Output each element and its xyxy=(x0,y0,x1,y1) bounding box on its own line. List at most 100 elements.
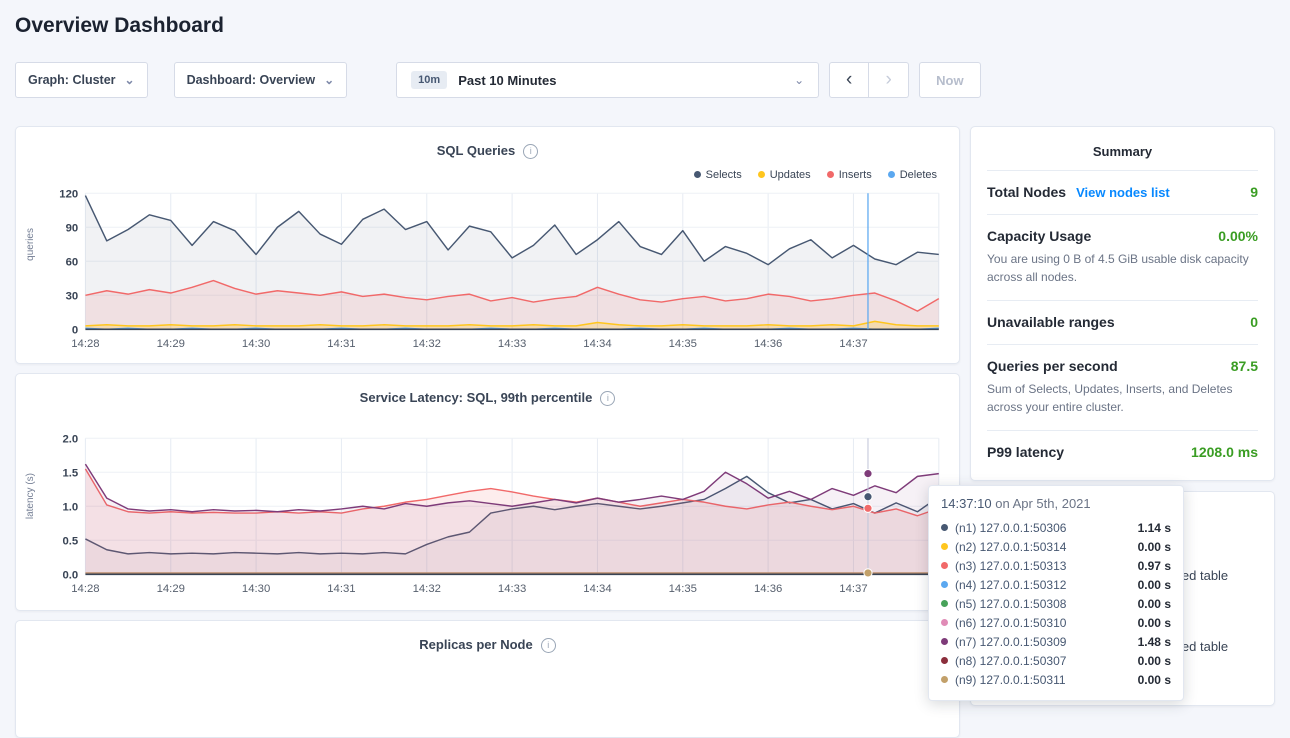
tooltip-node-label: (n1) 127.0.0.1:50306 xyxy=(955,521,1066,535)
qps-label: Queries per second xyxy=(987,358,1118,374)
dashboard-controls: Graph: Cluster ⌄ Dashboard: Overview ⌄ 1… xyxy=(15,62,1275,98)
legend-item-updates[interactable]: Updates xyxy=(758,168,811,181)
svg-text:1.0: 1.0 xyxy=(62,501,78,513)
svg-text:14:37: 14:37 xyxy=(839,583,867,595)
chart-title-row: SQL Queries i xyxy=(30,135,945,159)
p99-latency-value: 1208.0 ms xyxy=(1181,444,1258,460)
svg-text:14:32: 14:32 xyxy=(413,338,441,350)
tooltip-node-value: 0.00 s xyxy=(1138,654,1171,668)
svg-text:14:33: 14:33 xyxy=(498,583,526,595)
svg-text:14:37: 14:37 xyxy=(839,338,867,350)
chart-legend: Selects Updates Inserts Deletes xyxy=(30,159,945,181)
legend-item-inserts[interactable]: Inserts xyxy=(827,168,872,181)
info-icon[interactable]: i xyxy=(541,638,556,653)
series-dot-icon xyxy=(941,619,948,626)
tooltip-node-row: (n2) 127.0.0.1:50314 0.00 s xyxy=(941,537,1171,556)
legend-item-selects[interactable]: Selects xyxy=(694,168,742,181)
time-range-picker[interactable]: 10m Past 10 Minutes ⌄ xyxy=(396,62,819,98)
sql-queries-chart-title: SQL Queries xyxy=(437,143,516,158)
legend-dot-icon xyxy=(827,171,834,178)
capacity-value: 0.00% xyxy=(1208,228,1258,244)
tooltip-node-value: 0.00 s xyxy=(1138,597,1171,611)
overview-dashboard-page: Overview Dashboard Graph: Cluster ⌄ Dash… xyxy=(0,14,1290,738)
tooltip-node-value: 1.48 s xyxy=(1138,635,1171,649)
tooltip-date: on Apr 5th, 2021 xyxy=(992,496,1091,511)
charts-column: SQL Queries i Selects Updates Inserts Delete… xyxy=(15,126,960,738)
capacity-subtext: You are using 0 B of 4.5 GiB usable disk… xyxy=(987,250,1258,286)
tooltip-node-value: 0.00 s xyxy=(1138,616,1171,630)
series-dot-icon xyxy=(941,676,948,683)
tooltip-node-row: (n6) 127.0.0.1:503100.00 s xyxy=(941,613,1171,632)
chevron-down-icon: ⌄ xyxy=(324,74,334,86)
tooltip-node-label: (n2) 127.0.0.1:50314 xyxy=(955,540,1066,554)
p99-latency-label: P99 latency xyxy=(987,444,1064,460)
svg-text:14:31: 14:31 xyxy=(327,583,355,595)
chart-body: queries 030609012014:2814:2914:3014:3114… xyxy=(30,185,945,352)
tooltip-node-row: (n4) 127.0.0.1:503120.00 s xyxy=(941,575,1171,594)
time-nav-group: ‹ › xyxy=(829,62,909,98)
summary-row-total-nodes: Total Nodes View nodes list 9 xyxy=(987,170,1258,214)
svg-text:1.5: 1.5 xyxy=(62,467,78,479)
tooltip-node-label: (n8) 127.0.0.1:50307 xyxy=(955,654,1066,668)
replicas-chart-title: Replicas per Node xyxy=(419,637,532,652)
chart-title-row: Replicas per Node i xyxy=(30,629,945,653)
svg-text:120: 120 xyxy=(59,188,78,200)
latency-chart-card: Service Latency: SQL, 99th percentilei l… xyxy=(15,373,960,611)
info-icon[interactable]: i xyxy=(523,144,538,159)
tooltip-node-row: (n1) 127.0.0.1:50306 1.14 s xyxy=(941,518,1171,537)
series-dot-icon xyxy=(941,581,948,588)
graph-dropdown[interactable]: Graph: Cluster ⌄ xyxy=(15,62,148,98)
tooltip-node-value: 0.00 s xyxy=(1138,673,1171,687)
svg-text:14:35: 14:35 xyxy=(669,338,697,350)
svg-text:14:32: 14:32 xyxy=(413,583,441,595)
replicas-chart-card: Replicas per Node i xyxy=(15,620,960,738)
dashboard-dropdown-label: Dashboard: Overview xyxy=(187,73,316,87)
tooltip-node-label: (n7) 127.0.0.1:50309 xyxy=(955,635,1066,649)
latency-chart[interactable]: 0.00.51.01.52.014:2814:2914:3014:3114:32… xyxy=(38,430,945,597)
page-title: Overview Dashboard xyxy=(15,14,1275,38)
svg-text:0.5: 0.5 xyxy=(62,535,78,547)
now-button[interactable]: Now xyxy=(919,62,980,98)
tooltip-node-row: (n8) 127.0.0.1:50307 0.00 s xyxy=(941,651,1171,670)
series-dot-icon xyxy=(941,600,948,607)
svg-text:90: 90 xyxy=(66,222,79,234)
tooltip-node-value: 0.00 s xyxy=(1138,540,1171,554)
tooltip-node-row: (n9) 127.0.0.1:503110.00 s xyxy=(941,670,1171,689)
svg-text:14:35: 14:35 xyxy=(669,583,697,595)
tooltip-node-value: 1.14 s xyxy=(1138,521,1171,535)
svg-text:0: 0 xyxy=(72,324,78,336)
chart-tooltip: 14:37:10 on Apr 5th, 2021 (n1) 127.0.0.1… xyxy=(928,485,1184,701)
time-next-button[interactable]: › xyxy=(869,62,909,98)
sql-queries-chart[interactable]: 030609012014:2814:2914:3014:3114:3214:33… xyxy=(38,185,945,352)
svg-text:14:36: 14:36 xyxy=(754,338,782,350)
summary-row-qps: Queries per second 87.5 Sum of Selects, … xyxy=(987,344,1258,430)
y-axis-label: latency (s) xyxy=(25,473,36,519)
dashboard-dropdown[interactable]: Dashboard: Overview ⌄ xyxy=(174,62,348,98)
tooltip-node-row: (n7) 127.0.0.1:50309 1.48 s xyxy=(941,632,1171,651)
summary-row-capacity: Capacity Usage 0.00% You are using 0 B o… xyxy=(987,214,1258,300)
chevron-down-icon: ⌄ xyxy=(125,74,135,86)
summary-row-p99: P99 latency 1208.0 ms xyxy=(987,430,1258,474)
series-dot-icon xyxy=(941,657,948,664)
svg-text:14:31: 14:31 xyxy=(327,338,355,350)
info-icon[interactable]: i xyxy=(600,391,615,406)
tooltip-header: 14:37:10 on Apr 5th, 2021 xyxy=(941,496,1171,511)
svg-text:2.0: 2.0 xyxy=(62,433,78,445)
legend-item-deletes[interactable]: Deletes xyxy=(888,168,937,181)
chart-body: latency (s) 0.00.51.01.52.014:2814:2914:… xyxy=(30,430,945,597)
tooltip-node-row: (n3) 127.0.0.1:503130.97 s xyxy=(941,556,1171,575)
tooltip-node-value: 0.97 s xyxy=(1138,559,1171,573)
tooltip-rows: (n1) 127.0.0.1:50306 1.14 s (n2) 127.0.0.1… xyxy=(941,518,1171,689)
qps-subtext: Sum of Selects, Updates, Inserts, and De… xyxy=(987,380,1258,416)
tooltip-node-value: 0.00 s xyxy=(1138,578,1171,592)
graph-dropdown-label: Graph: Cluster xyxy=(28,73,116,87)
sql-queries-chart-card: SQL Queries i Selects Updates Inserts Delete… xyxy=(15,126,960,364)
svg-text:14:30: 14:30 xyxy=(242,583,270,595)
series-dot-icon xyxy=(941,543,948,550)
chart-title-row: Service Latency: SQL, 99th percentilei xyxy=(30,382,945,406)
time-range-label: Past 10 Minutes xyxy=(458,73,556,88)
svg-text:14:29: 14:29 xyxy=(157,338,185,350)
tooltip-time: 14:37:10 xyxy=(941,496,992,511)
time-prev-button[interactable]: ‹ xyxy=(829,62,869,98)
view-nodes-link[interactable]: View nodes list xyxy=(1076,185,1170,200)
